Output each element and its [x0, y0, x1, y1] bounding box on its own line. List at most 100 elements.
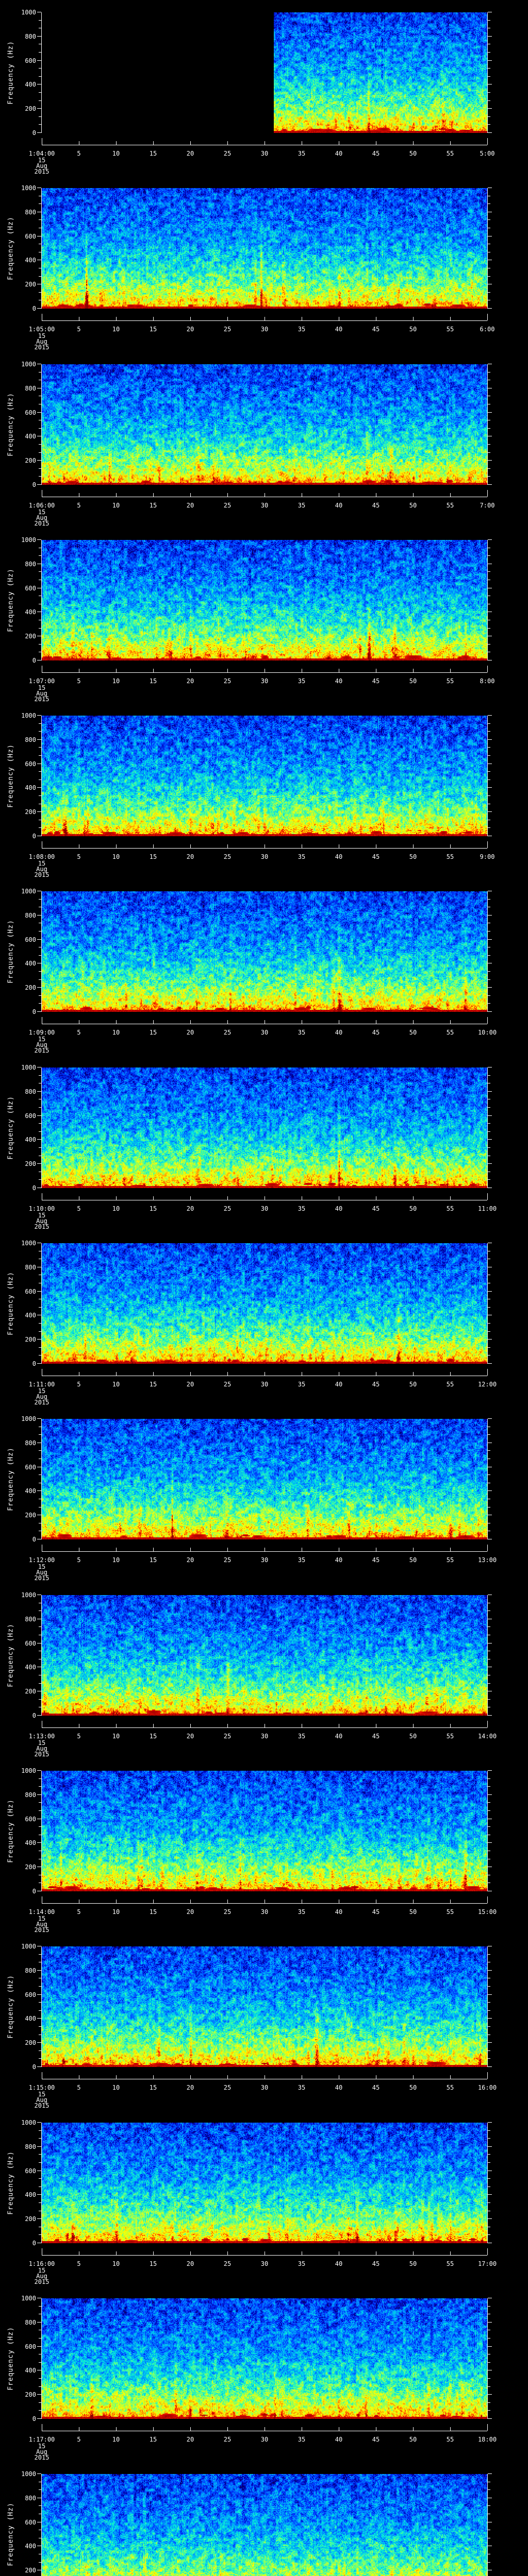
y-major-tick-right	[488, 2042, 492, 2043]
x-major-tick	[190, 2075, 191, 2079]
y-axis-title: Frequency (Hz)	[7, 1799, 15, 1863]
x-major-tick	[450, 1900, 451, 1903]
y-tick-label: 800	[25, 1967, 36, 1974]
y-axis-right	[487, 1419, 488, 1539]
y-minor-tick-left	[39, 1147, 41, 1148]
spectrogram-panel-11700: 0 200 400 600 800 1000 Frequency (Hz) 1:17:00 5 1…	[0, 2286, 528, 2462]
y-major-tick-right	[488, 2066, 492, 2067]
x-tick-label: 20	[186, 1908, 194, 1916]
x-major-tick	[116, 1900, 117, 1903]
x-end-tick	[487, 2248, 488, 2255]
x-tick-label: 20	[186, 1733, 194, 1740]
x-tick-label: 45	[372, 1381, 380, 1388]
x-start-time-label: 1:06:00	[28, 502, 55, 509]
y-major-tick-left	[37, 1163, 41, 1164]
y-major-tick-right	[488, 1291, 492, 1292]
y-minor-tick-right	[488, 1699, 490, 1700]
x-tick-label: 25	[223, 326, 232, 333]
y-major-tick-left	[37, 1715, 41, 1716]
x-major-tick	[227, 2427, 228, 2431]
y-minor-tick-left	[39, 2138, 41, 2139]
x-tick-label: 40	[335, 1205, 343, 1212]
y-minor-tick-left	[39, 2306, 41, 2307]
x-tick-label: 55	[446, 1029, 454, 1036]
x-tick-label: 15	[149, 1908, 157, 1916]
y-axis-right	[487, 891, 488, 1012]
y-minor-tick-right	[488, 452, 490, 453]
date-label: 15 Aug 2015	[34, 2267, 50, 2285]
x-axis-line	[42, 848, 487, 849]
date-label: 15 Aug 2015	[34, 157, 50, 175]
x-tick-label: 30	[260, 1733, 269, 1740]
y-minor-tick-left	[39, 827, 41, 828]
date-label: 15 Aug 2015	[34, 1915, 50, 1934]
date-label: 15 Aug 2015	[34, 1036, 50, 1054]
x-start-time-label: 1:08:00	[28, 853, 55, 860]
y-major-tick-right	[488, 939, 492, 940]
y-minor-tick-left	[39, 779, 41, 780]
x-major-tick	[153, 1196, 154, 1200]
x-major-tick	[153, 844, 154, 848]
x-end-time-label: 11:00	[477, 1205, 497, 1212]
y-major-tick-left	[37, 1363, 41, 1364]
y-minor-tick-right	[488, 2130, 490, 2131]
x-tick-label: 40	[335, 677, 343, 685]
x-tick-label: 10	[112, 502, 120, 509]
x-tick-label: 50	[409, 1381, 417, 1388]
x-major-tick	[190, 669, 191, 672]
y-major-tick-right	[488, 1363, 492, 1364]
y-axis-title: Frequency (Hz)	[7, 1447, 15, 1511]
x-tick-label: 35	[298, 1556, 306, 1564]
y-major-tick-left	[37, 539, 41, 540]
y-major-tick-right	[488, 1970, 492, 1971]
x-tick-label: 35	[298, 1733, 306, 1740]
y-tick-label: 0	[32, 481, 36, 488]
y-axis-left	[41, 1419, 42, 1539]
y-tick-label: 0	[32, 1008, 36, 1015]
y-major-tick-right	[488, 739, 492, 740]
x-tick-label: 30	[260, 1381, 269, 1388]
x-major-tick	[450, 1196, 451, 1200]
y-axis-left	[41, 1243, 42, 1364]
y-axis-title: Frequency (Hz)	[7, 216, 15, 280]
y-tick-label: 800	[25, 912, 36, 919]
y-minor-tick-left	[39, 731, 41, 732]
x-tick-label: 35	[298, 1908, 306, 1916]
x-major-tick	[116, 317, 117, 320]
y-axis-right	[487, 716, 488, 836]
x-end-time-label: 13:00	[477, 1556, 497, 1564]
y-tick-label: 0	[32, 2415, 36, 2422]
x-tick-label: 45	[372, 2260, 380, 2267]
x-major-tick	[153, 1548, 154, 1551]
x-major-tick	[227, 1724, 228, 1727]
x-tick-label: 50	[409, 150, 417, 157]
y-minor-tick-left	[39, 2402, 41, 2403]
y-minor-tick-left	[39, 2362, 41, 2363]
y-axis-title: Frequency (Hz)	[7, 2502, 15, 2566]
y-minor-tick-right	[488, 1826, 490, 1827]
x-start-time-label: 1:05:00	[28, 326, 55, 333]
y-major-tick-right	[488, 1994, 492, 1995]
y-major-tick-left	[37, 60, 41, 61]
y-tick-label: 200	[25, 808, 36, 816]
y-tick-label: 1000	[21, 361, 36, 368]
x-major-tick	[413, 1900, 414, 1903]
x-tick-label: 10	[112, 326, 120, 333]
y-tick-label: 0	[32, 657, 36, 664]
y-major-tick-left	[37, 787, 41, 788]
x-tick-label: 5	[77, 2436, 81, 2443]
y-minor-tick-left	[39, 755, 41, 756]
y-minor-tick-left	[39, 971, 41, 972]
spectrogram-heatmap	[42, 2298, 487, 2419]
y-major-tick-right	[488, 132, 492, 133]
x-tick-label: 40	[335, 2260, 343, 2267]
x-tick-label: 30	[260, 1205, 269, 1212]
date-label: 15 Aug 2015	[34, 1212, 50, 1230]
y-major-tick-right	[488, 2346, 492, 2347]
y-minor-tick-left	[39, 68, 41, 69]
y-axis-right	[487, 12, 488, 133]
y-minor-tick-right	[488, 52, 490, 53]
x-start-time-label: 1:07:00	[28, 677, 55, 685]
y-minor-tick-left	[39, 747, 41, 748]
y-minor-tick-left	[39, 955, 41, 956]
